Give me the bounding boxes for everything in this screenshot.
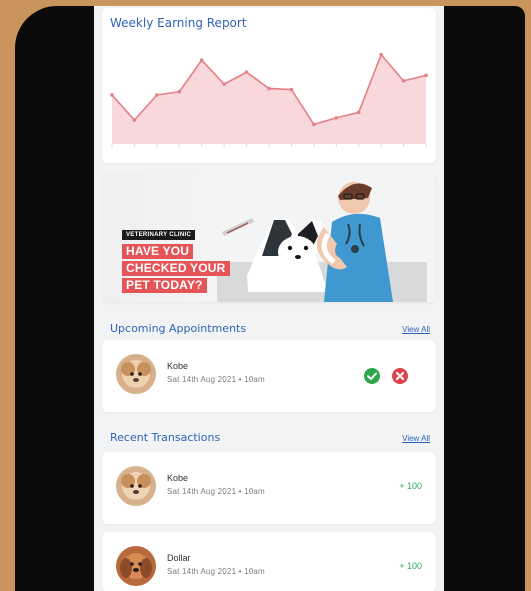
earnings-point (312, 122, 316, 127)
earnings-point (110, 93, 114, 97)
transaction-item[interactable]: Dollar Sat 14th Aug 2021 • 10am + 100 (102, 532, 436, 591)
recent-view-all-link[interactable]: View All (402, 434, 430, 443)
earnings-point (356, 110, 361, 115)
transaction-amount: + 100 (399, 561, 422, 571)
puppy-avatar-icon (116, 354, 156, 394)
weekly-earning-card: Weekly Earning Report (102, 8, 436, 163)
avatar (116, 354, 156, 394)
accept-appointment-icon[interactable] (364, 368, 380, 384)
promo-headline-line1: HAVE YOU (122, 244, 194, 259)
phone-frame: Weekly Earning Report VETERINARY CLINIC … (15, 6, 525, 591)
app-screen: Weekly Earning Report VETERINARY CLINIC … (94, 6, 444, 591)
transaction-date: Sat 14th Aug 2021 • 10am (167, 567, 265, 576)
promo-headline-line2: CHECKED YOUR (122, 261, 230, 276)
transaction-name: Dollar (167, 553, 191, 563)
device-backdrop: Weekly Earning Report VETERINARY CLINIC … (0, 0, 531, 591)
chart-grid (111, 144, 427, 147)
earnings-point (424, 73, 428, 78)
promo-banner[interactable]: VETERINARY CLINIC HAVE YOU CHECKED YOUR … (102, 174, 436, 302)
puppy-avatar-icon (116, 466, 156, 506)
earnings-point (289, 87, 294, 92)
earnings-point (199, 58, 204, 62)
earnings-point (334, 116, 339, 120)
reject-appointment-icon[interactable] (392, 368, 408, 384)
earnings-point (222, 82, 226, 86)
check-icon (367, 372, 377, 380)
close-icon (396, 372, 404, 380)
transaction-amount: + 100 (399, 481, 422, 491)
earnings-point (244, 70, 249, 74)
promo-eyebrow: VETERINARY CLINIC (122, 230, 196, 240)
patient-name: Kobe (167, 361, 189, 371)
earnings-chart (110, 52, 428, 147)
recent-transactions-title: Recent Transactions (110, 431, 221, 444)
upcoming-view-all-link[interactable]: View All (402, 325, 430, 334)
earnings-point (379, 52, 383, 57)
appointment-date: Sat 14th Aug 2021 • 10am (167, 375, 265, 384)
avatar (116, 466, 156, 506)
earnings-point (155, 93, 159, 97)
upcoming-appointments-title: Upcoming Appointments (110, 322, 247, 335)
earnings-point (401, 79, 406, 83)
puppy-avatar-icon (116, 546, 156, 586)
appointment-item[interactable]: Kobe Sat 14th Aug 2021 • 10am (102, 340, 436, 412)
transaction-item[interactable]: Kobe Sat 14th Aug 2021 • 10am + 100 (102, 452, 436, 524)
earnings-area (112, 54, 426, 144)
transaction-name: Kobe (167, 473, 189, 483)
earnings-point (177, 89, 182, 94)
avatar (116, 546, 156, 586)
chart-title: Weekly Earning Report (110, 16, 247, 30)
promo-headline-line3: PET TODAY? (122, 278, 207, 293)
earnings-point (132, 118, 137, 122)
earnings-point (267, 86, 271, 91)
transaction-date: Sat 14th Aug 2021 • 10am (167, 487, 265, 496)
